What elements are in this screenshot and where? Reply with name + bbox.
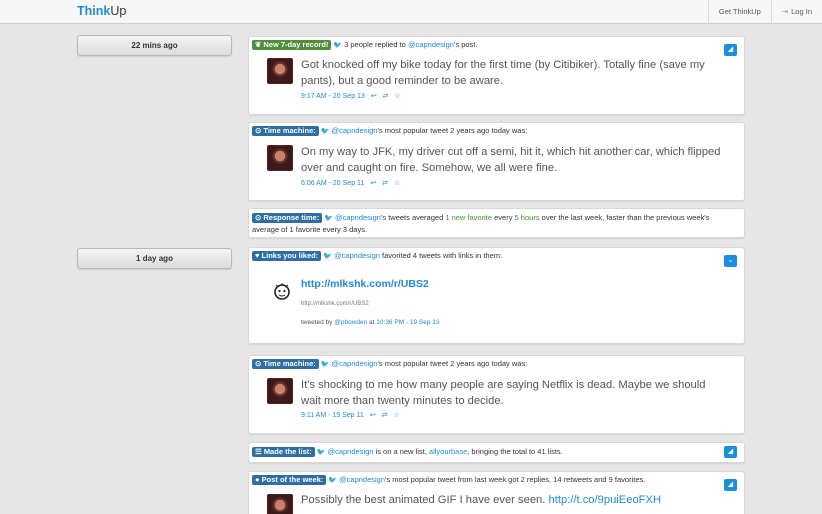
twitter-icon: 🐦 xyxy=(324,215,333,222)
twitter-icon: 🐦 xyxy=(320,361,330,368)
insight-card-made-list: ☰ Made the list: 🐦 @capndesign is on a new… xyxy=(248,442,745,463)
get-thinkup-link[interactable]: Get ThinkUp xyxy=(707,0,771,24)
user-link[interactable]: @capndesign xyxy=(334,251,380,260)
insight-card-time-machine: ⊙ Time machine: 🐦 @capndesign's most popul… xyxy=(248,122,745,201)
link-title[interactable]: http://mlkshk.com/r/UBS2 xyxy=(301,278,429,290)
badge: ⊙ Time machine: xyxy=(252,126,319,136)
link-url[interactable]: http://mlkshk.com/r/UBS2 xyxy=(301,301,369,307)
tweet-text: On my way to JFK, my driver cut off a se… xyxy=(301,146,721,174)
avatar[interactable] xyxy=(267,145,293,171)
user-link[interactable]: @pbowden xyxy=(334,319,367,326)
insight-card-time-machine-2: ⊙ Time machine: 🐦 @capndesign's most popul… xyxy=(248,355,745,434)
chart-icon[interactable]: ◢ xyxy=(724,479,737,491)
tweeted-by: tweeted by @pbowden at 10:36 PM - 19 Sep… xyxy=(301,319,440,326)
tweet-text: It's shocking to me how many people are … xyxy=(301,379,706,407)
nav-right: Get ThinkUp ⇥ Log In xyxy=(707,0,822,24)
insight-card-new-record: ❦ New 7-day record! 🐦 3 people replied to … xyxy=(248,36,745,115)
twitter-icon: 🐦 xyxy=(316,449,326,456)
date-button-1-day[interactable]: 1 day ago xyxy=(77,248,232,269)
list-icon: ☰ xyxy=(255,447,264,456)
insight-card-response-time: ⊙ Response time: 🐦 @capndesign's tweets av… xyxy=(248,208,745,238)
card-header: ● Post of the week: 🐦 @capndesign's most p… xyxy=(252,475,722,486)
avatar[interactable] xyxy=(267,494,293,514)
chart-icon[interactable]: ◢ xyxy=(724,446,737,458)
user-link[interactable]: @capndesign xyxy=(327,447,373,456)
user-link[interactable]: @capndesign xyxy=(335,213,381,222)
date-button-22-mins[interactable]: 22 mins ago xyxy=(77,35,232,56)
navbar: ThinkUp Get ThinkUp ⇥ Log In xyxy=(0,0,822,24)
twitter-icon: 🐦 xyxy=(328,477,338,484)
tweet-meta: 9:17 AM - 20 Sep 13 ↩ ⇄ ☆ xyxy=(301,92,403,100)
badge: ⊙ Time machine: xyxy=(252,359,319,369)
user-link[interactable]: @capndesign xyxy=(331,126,377,135)
avatar[interactable] xyxy=(267,58,293,84)
badge: ⊙ Response time: xyxy=(252,213,323,223)
twitter-icon: 🐦 xyxy=(323,253,332,260)
card-header: ❦ New 7-day record! 🐦 3 people replied to … xyxy=(252,40,722,51)
badge: ♥ Links you liked: xyxy=(252,251,322,261)
tweet-text: Possibly the best animated GIF I have ev… xyxy=(301,494,662,506)
badge: ● Post of the week: xyxy=(252,475,327,485)
card-header: ⊙ Time machine: 🐦 @capndesign's most popul… xyxy=(252,126,722,137)
badge: ❦ New 7-day record! xyxy=(252,40,332,50)
chevron-down-icon[interactable]: ⌄ xyxy=(724,255,737,267)
user-link[interactable]: @capndesign xyxy=(339,475,385,484)
tweet-actions[interactable]: ↩ ⇄ ☆ xyxy=(370,412,402,419)
card-header: ♥ Links you liked: 🐦 @capndesign favorited… xyxy=(252,251,722,262)
login-icon: ⇥ xyxy=(781,7,789,16)
tweet-actions[interactable]: ↩ ⇄ ☆ xyxy=(371,93,403,100)
tweet-timestamp[interactable]: 9:17 AM - 20 Sep 13 xyxy=(301,93,365,100)
avatar[interactable] xyxy=(267,378,293,404)
star-icon: ● xyxy=(255,475,262,484)
list-link[interactable]: allyourbase xyxy=(429,447,467,456)
twitter-icon: 🐦 xyxy=(333,42,343,49)
card-text: ☰ Made the list: 🐦 @capndesign is on a new… xyxy=(252,446,736,458)
brand-logo[interactable]: ThinkUp xyxy=(77,4,126,18)
tweet-text: Got knocked off my bike today for the fi… xyxy=(301,59,705,87)
twitter-icon: 🐦 xyxy=(320,128,330,135)
tweet-actions[interactable]: ↩ ⇄ ☆ xyxy=(370,180,402,187)
tweet-link[interactable]: http://t.co/9puiEeoFXH xyxy=(549,494,662,506)
log-in-link[interactable]: ⇥ Log In xyxy=(770,0,822,24)
insight-card-links-liked: ♥ Links you liked: 🐦 @capndesign favorited… xyxy=(248,247,745,344)
user-link[interactable]: @capndesign xyxy=(408,40,454,49)
mlkshk-icon xyxy=(274,283,290,300)
tweet-timestamp[interactable]: 10:36 PM - 19 Sep 13 xyxy=(376,319,439,326)
card-header: ⊙ Time machine: 🐦 @capndesign's most popul… xyxy=(252,359,722,370)
tweet-timestamp[interactable]: 6:06 AM - 20 Sep 11 xyxy=(301,180,364,187)
tweet-timestamp[interactable]: 9:11 AM - 19 Sep 11 xyxy=(301,412,364,419)
badge: ☰ Made the list: xyxy=(252,447,315,457)
chart-icon[interactable]: ◢ xyxy=(724,44,737,56)
tweet-meta: 9:11 AM - 19 Sep 11 ↩ ⇄ ☆ xyxy=(301,411,402,419)
user-link[interactable]: @capndesign xyxy=(331,359,377,368)
tweet-meta: 6:06 AM - 20 Sep 11 ↩ ⇄ ☆ xyxy=(301,179,402,187)
card-text: ⊙ Response time: 🐦 @capndesign's tweets av… xyxy=(252,213,710,234)
insight-card-post-of-week: ● Post of the week: 🐦 @capndesign's most p… xyxy=(248,471,745,514)
